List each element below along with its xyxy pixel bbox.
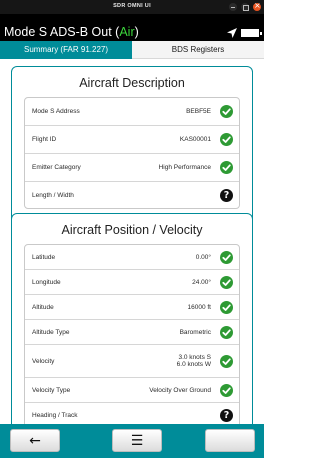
window-title: SDR OMNI UI (113, 3, 151, 9)
aircraft-description-table: Mode S Address BEBF5E Flight ID KAS00001… (24, 97, 240, 209)
close-button[interactable] (253, 1, 261, 11)
minimize-button[interactable] (229, 3, 237, 11)
row-velocity: Velocity 3.0 knots S 6.0 knots W (25, 345, 239, 378)
check-circle-icon (220, 133, 233, 146)
row-mode-s-address: Mode S Address BEBF5E (25, 98, 239, 126)
row-longitude: Longitude 24.00° (25, 270, 239, 295)
row-value: Barometric (179, 329, 211, 336)
window-title-bar: SDR OMNI UI (0, 0, 264, 14)
check-circle-icon (220, 161, 233, 174)
row-label: Emitter Category (32, 164, 81, 171)
row-label: Length / Width (32, 192, 74, 199)
row-value: 24.00° (192, 279, 211, 286)
aircraft-position-card: Aircraft Position / Velocity Latitude 0.… (11, 213, 253, 424)
check-circle-icon (220, 326, 233, 339)
row-label: Heading / Track (32, 412, 78, 419)
question-circle-icon: ? (220, 409, 233, 422)
back-button[interactable]: ← (10, 429, 60, 452)
scroll-content[interactable]: Aircraft Description Mode S Address BEBF… (0, 59, 264, 424)
check-circle-icon (220, 384, 233, 397)
menu-icon: ☰ (130, 433, 144, 449)
row-label: Altitude (32, 304, 54, 311)
row-value: 0.00° (195, 254, 211, 261)
row-value: High Performance (158, 164, 211, 171)
check-circle-icon (220, 301, 233, 314)
page-title-suffix: ) (134, 25, 139, 39)
aircraft-description-card: Aircraft Description Mode S Address BEBF… (11, 66, 253, 230)
app-header: Mode S ADS-B Out (Air) (0, 14, 264, 41)
row-value: 3.0 knots S 6.0 knots W (177, 354, 211, 368)
row-value: KAS00001 (179, 136, 211, 143)
row-value: 16000 ft (187, 304, 212, 311)
maximize-button[interactable] (241, 3, 249, 11)
row-label: Altitude Type (32, 329, 70, 336)
row-altitude-type: Altitude Type Barometric (25, 320, 239, 345)
velocity-west: 6.0 knots W (176, 361, 211, 368)
header-status-icons (226, 27, 262, 39)
aircraft-description-title: Aircraft Description (79, 76, 185, 90)
tab-summary[interactable]: Summary (FAR 91.227) (0, 41, 132, 59)
battery-icon (241, 29, 262, 37)
aircraft-position-title: Aircraft Position / Velocity (61, 223, 203, 237)
tab-bds-registers[interactable]: BDS Registers (132, 41, 264, 59)
row-label: Mode S Address (32, 108, 80, 115)
row-value: Velocity Over Ground (149, 387, 211, 394)
check-circle-icon (220, 251, 233, 264)
page-title: Mode S ADS-B Out (Air) (4, 25, 139, 39)
check-circle-icon (220, 276, 233, 289)
row-label: Velocity Type (32, 387, 71, 394)
next-button[interactable] (205, 429, 255, 452)
row-length-width: Length / Width ? (25, 182, 239, 208)
bottom-toolbar: ← ☰ (0, 424, 264, 458)
aircraft-position-table: Latitude 0.00° Longitude 24.00° Altitude… (24, 244, 240, 424)
row-label: Flight ID (32, 136, 57, 143)
row-altitude: Altitude 16000 ft (25, 295, 239, 320)
row-velocity-type: Velocity Type Velocity Over Ground (25, 378, 239, 403)
row-label: Latitude (32, 254, 56, 261)
question-circle-icon: ? (220, 189, 233, 202)
row-label: Longitude (32, 279, 61, 286)
row-emitter-category: Emitter Category High Performance (25, 154, 239, 182)
row-flight-id: Flight ID KAS00001 (25, 126, 239, 154)
back-arrow-icon: ← (29, 433, 41, 449)
row-latitude: Latitude 0.00° (25, 245, 239, 270)
navigation-arrow-icon (227, 28, 237, 38)
tab-bar: Summary (FAR 91.227) BDS Registers (0, 41, 264, 59)
air-status-label: Air (119, 25, 135, 39)
page-title-prefix: Mode S ADS-B Out ( (4, 25, 120, 39)
row-heading-track: Heading / Track ? (25, 403, 239, 424)
menu-button[interactable]: ☰ (112, 429, 162, 452)
check-circle-icon (220, 355, 233, 368)
velocity-south: 3.0 knots S (178, 354, 211, 361)
check-circle-icon (220, 105, 233, 118)
row-label: Velocity (32, 358, 55, 365)
row-value: BEBF5E (186, 108, 211, 115)
